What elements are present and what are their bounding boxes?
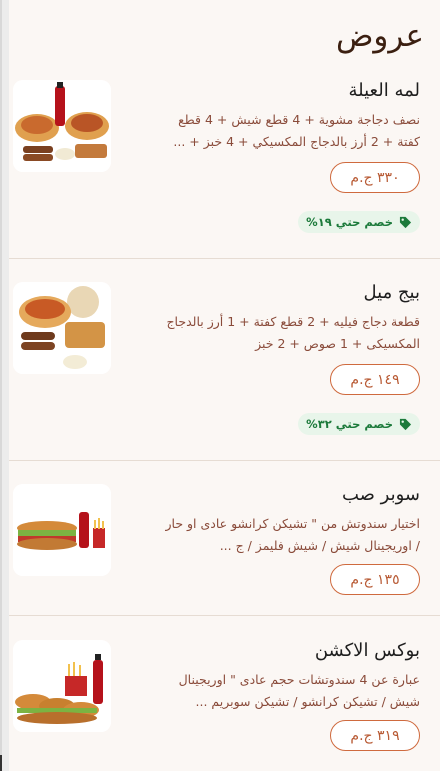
offer-card[interactable]: سوبر صب اختيار سندوتش من " تشيكن كرانشو …: [9, 484, 440, 614]
discount-badge: خصم حتي ١٩%: [298, 211, 420, 233]
price-button[interactable]: ١٣٥ ج.م: [330, 564, 420, 595]
offer-description: قطعة دجاج فيليه + 2 قطع كفتة + 1 أرز بال…: [166, 314, 420, 351]
offer-name: سوبر صب: [341, 484, 420, 505]
offer-card[interactable]: لمه العيلة نصف دجاجة مشوية + 4 قطع شيش +…: [9, 80, 440, 258]
discount-text: خصم حتي ٣٢%: [306, 417, 393, 431]
action-box-image[interactable]: [13, 640, 111, 732]
tag-icon: [399, 216, 412, 228]
tag-icon: [399, 418, 412, 430]
scroll-indicator: [0, 755, 2, 771]
offer-name: لمه العيلة: [348, 80, 420, 101]
offer-card[interactable]: بوكس الاكشن عبارة عن 4 سندوتشات حجم عادى…: [9, 640, 440, 771]
discount-text: خصم حتي ١٩%: [306, 215, 393, 229]
offer-card[interactable]: بيج ميل قطعة دجاج فيليه + 2 قطع كفتة + 1…: [9, 282, 440, 460]
discount-badge: خصم حتي ٣٢%: [298, 413, 420, 435]
page-title: عروض: [335, 18, 424, 54]
price-button[interactable]: ٣٣٠ ج.م: [330, 162, 420, 193]
offer-name: بيج ميل: [363, 282, 421, 303]
divider: [9, 460, 440, 461]
price-button[interactable]: ٣١٩ ج.م: [330, 720, 420, 751]
family-meal-image[interactable]: [13, 80, 111, 172]
super-sub-image[interactable]: [13, 484, 111, 576]
offer-name: بوكس الاكشن: [314, 640, 420, 661]
big-meal-image[interactable]: [13, 282, 111, 374]
offer-description: عبارة عن 4 سندوتشات حجم عادى " اوريجينال…: [178, 672, 420, 709]
offer-description: نصف دجاجة مشوية + 4 قطع شيش + 4 قطع كفتة…: [173, 112, 420, 149]
price-button[interactable]: ١٤٩ ج.م: [330, 364, 420, 395]
offer-description: اختيار سندوتش من " تشيكن كرانشو عادى او …: [165, 516, 420, 553]
divider: [9, 258, 440, 259]
divider: [9, 615, 440, 616]
scroll-edge-line: [0, 0, 2, 771]
